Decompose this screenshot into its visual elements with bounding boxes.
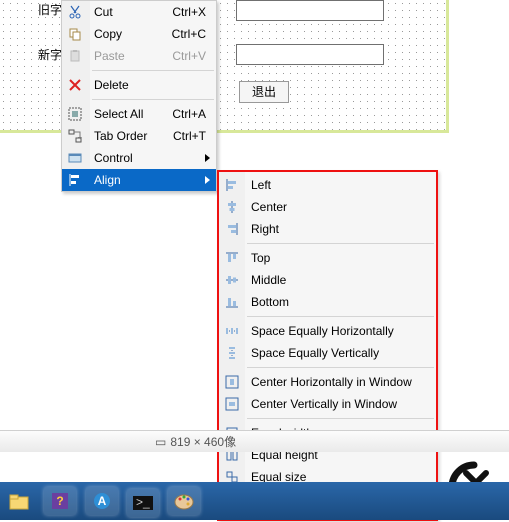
tab-order-icon — [67, 128, 83, 144]
menu-select-all[interactable]: Select All Ctrl+A — [62, 103, 216, 125]
menu-separator — [247, 367, 434, 368]
label-new: 新字 — [38, 46, 62, 63]
align-left-icon — [224, 177, 240, 193]
task-help-icon[interactable]: ? — [44, 487, 76, 515]
align-bottom[interactable]: Bottom — [219, 291, 436, 313]
align-top-icon — [224, 250, 240, 266]
menu-align[interactable]: Align — [62, 169, 216, 191]
center-h-win-icon — [224, 374, 240, 390]
align-left[interactable]: Left — [219, 174, 436, 196]
submenu-arrow-icon — [205, 176, 210, 184]
center-vertical-window[interactable]: Center Vertically in Window — [219, 393, 436, 415]
space-equally-horizontal[interactable]: Space Equally Horizontally — [219, 320, 436, 342]
align-icon — [67, 172, 83, 188]
task-app-a-icon[interactable]: A — [86, 487, 118, 515]
svg-text:A: A — [97, 494, 106, 508]
align-middle[interactable]: Middle — [219, 269, 436, 291]
dimension-icon: ▭ — [155, 435, 166, 449]
taskbar: ? A >_ — [0, 482, 509, 520]
canvas-dimensions: 819 × 460像 — [170, 433, 236, 450]
menu-cut[interactable]: Cut Ctrl+X — [62, 1, 216, 23]
label-old: 旧字 — [38, 1, 62, 18]
status-bar: ▭ 819 × 460像 — [0, 430, 509, 452]
svg-text:?: ? — [57, 494, 64, 508]
svg-text:>_: >_ — [136, 496, 150, 509]
input-1[interactable] — [236, 0, 384, 21]
select-all-icon — [67, 106, 83, 122]
input-2[interactable] — [236, 44, 384, 65]
menu-separator — [247, 418, 434, 419]
task-terminal-icon[interactable]: >_ — [127, 489, 159, 517]
align-center-icon — [224, 199, 240, 215]
space-h-icon — [224, 323, 240, 339]
paste-icon — [67, 48, 83, 64]
space-equally-vertical[interactable]: Space Equally Vertically — [219, 342, 436, 364]
submenu-arrow-icon — [205, 154, 210, 162]
center-v-win-icon — [224, 396, 240, 412]
space-v-icon — [224, 345, 240, 361]
menu-separator — [92, 70, 214, 71]
cut-icon — [67, 4, 83, 20]
menu-paste: Paste Ctrl+V — [62, 45, 216, 67]
align-middle-icon — [224, 272, 240, 288]
menu-separator — [247, 316, 434, 317]
align-top[interactable]: Top — [219, 247, 436, 269]
delete-icon — [67, 77, 83, 93]
align-bottom-icon — [224, 294, 240, 310]
context-menu: Cut Ctrl+X Copy Ctrl+C Paste Ctrl+V Dele… — [61, 0, 217, 192]
task-folder-icon[interactable] — [3, 488, 35, 516]
copy-icon — [67, 26, 83, 42]
align-submenu: Left Center Right Top Middle Bottom Spac… — [217, 170, 438, 521]
task-paint-icon[interactable] — [168, 487, 200, 515]
menu-tab-order[interactable]: Tab Order Ctrl+T — [62, 125, 216, 147]
menu-control[interactable]: Control — [62, 147, 216, 169]
align-right-icon — [224, 221, 240, 237]
menu-separator — [247, 243, 434, 244]
menu-separator — [92, 99, 214, 100]
menu-delete[interactable]: Delete — [62, 74, 216, 96]
exit-button[interactable]: 退出 — [239, 81, 289, 103]
center-horizontal-window[interactable]: Center Horizontally in Window — [219, 371, 436, 393]
align-center[interactable]: Center — [219, 196, 436, 218]
align-right[interactable]: Right — [219, 218, 436, 240]
menu-copy[interactable]: Copy Ctrl+C — [62, 23, 216, 45]
control-icon — [67, 150, 83, 166]
